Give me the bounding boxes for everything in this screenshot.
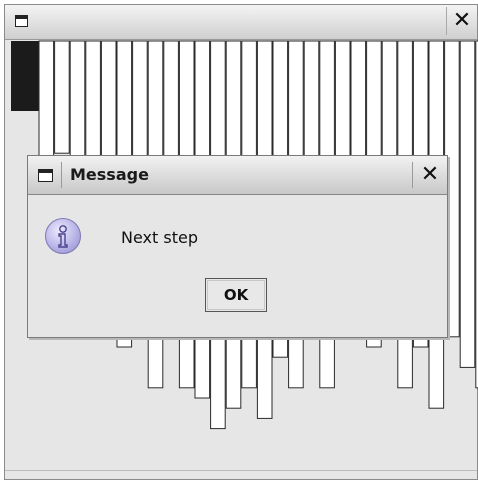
histogram-bar [334,40,351,164]
dialog-message: Next step [121,228,198,247]
dialog-titlebar[interactable]: Message ✕ [28,156,447,195]
bottom-edge [5,470,477,479]
histogram-bar [54,40,70,154]
close-icon[interactable]: ✕ [412,159,445,191]
selected-bar-marker [11,41,39,111]
window-menu-icon[interactable] [15,15,28,27]
ok-button[interactable]: OK [205,278,267,312]
message-dialog: Message ✕ Next step OK [27,155,448,338]
title-separator [61,162,62,188]
information-icon [45,218,81,254]
dialog-title: Message [70,165,149,184]
histogram-bar [459,40,476,368]
close-icon[interactable]: ✕ [446,7,475,35]
histogram-bar [38,40,55,164]
window-menu-icon[interactable] [38,169,53,182]
main-titlebar[interactable]: ✕ [5,5,477,40]
